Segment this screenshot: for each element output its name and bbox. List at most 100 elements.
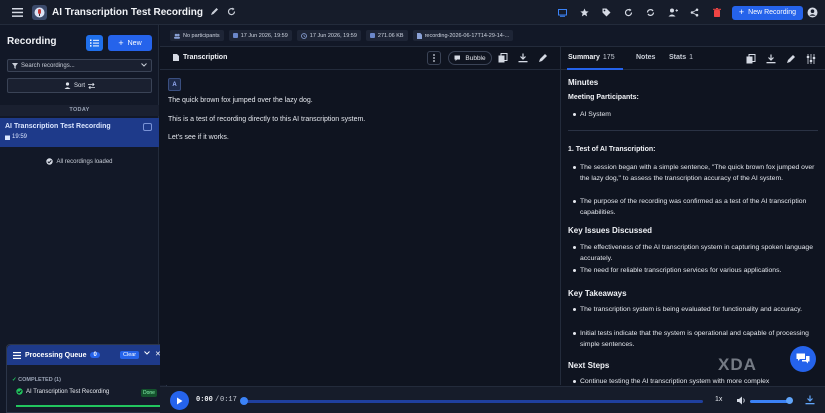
play-button[interactable] — [170, 391, 189, 410]
speaker-badge[interactable]: A — [168, 78, 181, 91]
tab-notes[interactable]: Notes — [636, 54, 655, 61]
download-icon[interactable] — [518, 53, 528, 63]
created-date-chip[interactable]: 17 Jun 2026, 19:59 — [296, 30, 361, 41]
seek-bar[interactable] — [243, 400, 703, 403]
queue-item: AI Transcription Test Recording — [16, 388, 109, 395]
chat-bubble-icon — [454, 55, 461, 61]
file-size-text: 271.06 KB — [377, 32, 404, 39]
participants-chip[interactable]: No participants — [170, 30, 224, 41]
summary-content: Minutes Meeting Participants: AI System … — [561, 70, 825, 385]
calendar-icon — [232, 33, 238, 38]
volume-icon[interactable] — [737, 396, 747, 405]
star-icon[interactable] — [574, 4, 596, 21]
next-steps-heading: Next Steps — [568, 361, 610, 370]
participants-icon — [174, 33, 180, 39]
bubble-view-button[interactable]: Bubble — [448, 51, 492, 65]
participants-heading: Meeting Participants: — [568, 94, 639, 101]
history-icon — [300, 32, 307, 39]
collapse-chevron-icon[interactable] — [144, 351, 150, 355]
takeaways-heading: Key Takeaways — [568, 289, 627, 298]
recording-list-item[interactable]: AI Transcription Test Recording 19:59 — [0, 118, 159, 147]
user-icon — [64, 82, 71, 89]
share-icon[interactable] — [684, 4, 706, 21]
check-circle-icon — [16, 388, 23, 395]
copy-icon[interactable] — [498, 53, 508, 63]
transcribed-badge-icon — [143, 123, 152, 131]
top-bar: AI Transcription Test Recording + New Re… — [0, 0, 825, 25]
search-placeholder: Search recordings... — [21, 62, 75, 69]
new-recording-button[interactable]: + New Recording — [731, 5, 803, 20]
duration-time: 0:17 — [220, 396, 237, 404]
chat-button[interactable] — [790, 346, 816, 372]
plus-icon: + — [118, 38, 124, 48]
page-title: AI Transcription Test Recording — [52, 6, 203, 18]
tab-summary[interactable]: Summary 175 — [568, 54, 615, 61]
recording-time-text: 19:59 — [12, 134, 28, 140]
select-mode-button[interactable] — [86, 35, 103, 51]
chevron-down-icon — [141, 63, 147, 67]
sidebar-heading: Recording — [7, 36, 57, 47]
file-size-chip: 271.06 KB — [365, 30, 408, 41]
playback-speed-button[interactable]: 1x — [715, 396, 722, 403]
transcript-line: The quick brown fox jumped over the lazy… — [168, 97, 313, 104]
edit-icon[interactable] — [786, 54, 796, 64]
chat-icon — [796, 353, 810, 364]
sliders-icon[interactable] — [806, 54, 816, 64]
plus-icon: + — [738, 7, 745, 17]
filename-chip[interactable]: recording-2026-06-17T14-29-14-... — [412, 30, 514, 41]
queue-clear-button[interactable]: Clear — [120, 351, 140, 359]
edit-icon[interactable] — [538, 53, 548, 63]
more-vertical-icon — [433, 54, 435, 62]
completed-text: COMPLETED (1) — [18, 377, 61, 383]
processing-queue-header[interactable]: Processing Queue 0 — [7, 345, 166, 365]
queue-item-name: AI Transcription Test Recording — [26, 388, 110, 395]
more-options-button[interactable] — [427, 51, 441, 65]
search-recordings-input[interactable]: Search recordings... — [7, 59, 152, 72]
audio-player: 0:00 / 0:17 1x — [160, 386, 825, 413]
sort-button[interactable]: Sort — [7, 78, 152, 93]
seek-handle[interactable] — [240, 397, 248, 405]
swap-icon — [88, 82, 95, 89]
tab-stats[interactable]: Stats 1 — [669, 54, 693, 61]
sidebar-new-label: New — [127, 39, 142, 47]
summary-bullet: The need for reliable transcription serv… — [573, 265, 818, 276]
edit-title-icon[interactable] — [210, 7, 220, 17]
volume-handle[interactable] — [786, 397, 793, 404]
done-badge: Done — [141, 389, 157, 397]
summary-bullet: Initial tests indicate that the system i… — [573, 328, 818, 351]
account-icon[interactable] — [807, 7, 819, 19]
queue-title: Processing Queue — [25, 351, 87, 359]
date-group-label: TODAY — [0, 105, 159, 116]
divider — [568, 130, 818, 131]
add-participant-icon[interactable] — [662, 4, 684, 21]
reprocess-icon[interactable] — [618, 4, 640, 21]
delete-icon[interactable] — [706, 4, 728, 21]
current-time: 0:00 — [196, 396, 213, 404]
download-icon[interactable] — [766, 54, 776, 64]
list-icon — [90, 39, 99, 47]
queue-completed-label: ✓ COMPLETED (1) — [12, 377, 61, 383]
menu-icon[interactable] — [10, 5, 24, 19]
queue-progress-bar — [16, 405, 161, 407]
download-audio-icon[interactable] — [805, 395, 815, 405]
summary-panel: Summary 175 Notes Stats 1 Minutes Meeting … — [561, 47, 825, 385]
transcription-title: Transcription — [173, 54, 227, 61]
tab-stats-label: Stats — [669, 54, 687, 61]
refresh-icon[interactable] — [227, 7, 237, 17]
copy-icon[interactable] — [746, 54, 756, 64]
calendar-icon — [5, 135, 10, 140]
sidebar-new-button[interactable]: + New — [108, 35, 152, 51]
summary-bullet: The session began with a simple sentence… — [573, 162, 818, 185]
play-icon — [177, 397, 183, 404]
sort-label: Sort — [73, 82, 85, 89]
load-status: All recordings loaded — [0, 158, 159, 165]
check-circle-icon — [46, 158, 54, 165]
sync-icon[interactable] — [640, 4, 662, 21]
section1-heading: 1. Test of AI Transcription: — [568, 146, 656, 153]
desktop-view-icon[interactable] — [552, 4, 574, 21]
participant-item: AI System — [573, 109, 818, 120]
summary-tabs: Summary 175 Notes Stats 1 — [561, 47, 825, 70]
issues-heading: Key Issues Discussed — [568, 226, 653, 235]
tag-icon[interactable] — [596, 4, 618, 21]
recorded-date-chip[interactable]: 17 Jun 2026, 19:59 — [228, 30, 292, 41]
